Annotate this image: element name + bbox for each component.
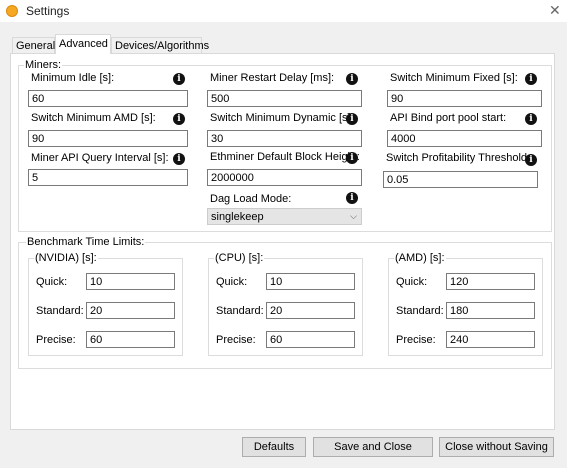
- close-without-saving-button[interactable]: Close without Saving: [439, 437, 554, 457]
- info-icon[interactable]: i: [525, 154, 537, 166]
- amd-quick-label: Quick:: [396, 276, 428, 288]
- nvidia-precise-field[interactable]: 60: [86, 331, 175, 348]
- switch-minimum-dynamic-field[interactable]: 30: [207, 130, 362, 147]
- amd-precise-field[interactable]: 240: [446, 331, 535, 348]
- save-and-close-button[interactable]: Save and Close: [313, 437, 433, 457]
- switch-profitability-threshold-field[interactable]: 0.05: [383, 171, 538, 188]
- tab-general[interactable]: General: [12, 37, 55, 53]
- cpu-group-title: (CPU) [s]:: [214, 252, 265, 264]
- miner-restart-delay-field[interactable]: 500: [207, 90, 362, 107]
- info-icon[interactable]: i: [346, 152, 358, 164]
- window-title: Settings: [26, 4, 70, 18]
- miners-legend: Miners:: [24, 59, 63, 71]
- info-icon[interactable]: i: [173, 113, 185, 125]
- amd-quick-field[interactable]: 120: [446, 273, 535, 290]
- cpu-quick-field[interactable]: 10: [266, 273, 355, 290]
- cpu-precise-field[interactable]: 60: [266, 331, 355, 348]
- nvidia-quick-label: Quick:: [36, 276, 68, 288]
- miner-api-query-interval-label: Miner API Query Interval [s]:: [31, 152, 169, 164]
- chevron-down-icon: ⌵: [350, 211, 357, 221]
- switch-minimum-fixed-label: Switch Minimum Fixed [s]:: [390, 72, 518, 84]
- minimum-idle-field[interactable]: 60: [28, 90, 188, 107]
- dag-load-mode-label: Dag Load Mode:: [210, 193, 292, 205]
- info-icon[interactable]: i: [525, 73, 537, 85]
- tab-advanced[interactable]: Advanced: [55, 34, 111, 54]
- ethminer-block-height-label: Ethminer Default Block Height:: [210, 151, 360, 163]
- info-icon[interactable]: i: [346, 113, 358, 125]
- miner-api-query-interval-field[interactable]: 5: [28, 169, 188, 186]
- cpu-quick-label: Quick:: [216, 276, 248, 288]
- tab-devices-algorithms[interactable]: Devices/Algorithms: [111, 37, 209, 53]
- switch-profitability-threshold-label: Switch Profitability Threshold: [386, 152, 528, 164]
- cpu-standard-label: Standard:: [216, 305, 264, 317]
- info-icon[interactable]: i: [346, 192, 358, 204]
- nvidia-quick-field[interactable]: 10: [86, 273, 175, 290]
- switch-minimum-fixed-field[interactable]: 90: [387, 90, 542, 107]
- amd-group-title: (AMD) [s]:: [394, 252, 446, 264]
- info-icon[interactable]: i: [173, 153, 185, 165]
- switch-minimum-amd-label: Switch Minimum AMD [s]:: [31, 112, 156, 124]
- amd-standard-field[interactable]: 180: [446, 302, 535, 319]
- api-bind-port-label: API Bind port pool start:: [390, 112, 507, 124]
- switch-minimum-amd-field[interactable]: 90: [28, 130, 188, 147]
- ethminer-block-height-field[interactable]: 2000000: [207, 169, 362, 186]
- api-bind-port-field[interactable]: 4000: [387, 130, 542, 147]
- minimum-idle-label: Minimum Idle [s]:: [31, 72, 115, 84]
- nvidia-standard-field[interactable]: 20: [86, 302, 175, 319]
- amd-standard-label: Standard:: [396, 305, 444, 317]
- amd-precise-label: Precise:: [396, 334, 436, 346]
- dag-load-mode-value: singlekeep: [211, 211, 264, 223]
- close-icon[interactable]: ✕: [549, 2, 561, 19]
- nvidia-group-title: (NVIDIA) [s]:: [34, 252, 98, 264]
- dag-load-mode-select[interactable]: singlekeep ⌵: [207, 208, 362, 225]
- defaults-button[interactable]: Defaults: [242, 437, 306, 457]
- cpu-standard-field[interactable]: 20: [266, 302, 355, 319]
- miner-restart-delay-label: Miner Restart Delay [ms]:: [210, 72, 335, 84]
- app-settings-icon: [6, 5, 18, 17]
- info-icon[interactable]: i: [173, 73, 185, 85]
- title-bar: [0, 0, 567, 22]
- info-icon[interactable]: i: [346, 73, 358, 85]
- switch-minimum-dynamic-label: Switch Minimum Dynamic [s]:: [210, 112, 354, 124]
- benchmark-legend: Benchmark Time Limits:: [26, 236, 146, 248]
- info-icon[interactable]: i: [525, 113, 537, 125]
- nvidia-precise-label: Precise:: [36, 334, 76, 346]
- cpu-precise-label: Precise:: [216, 334, 256, 346]
- nvidia-standard-label: Standard:: [36, 305, 84, 317]
